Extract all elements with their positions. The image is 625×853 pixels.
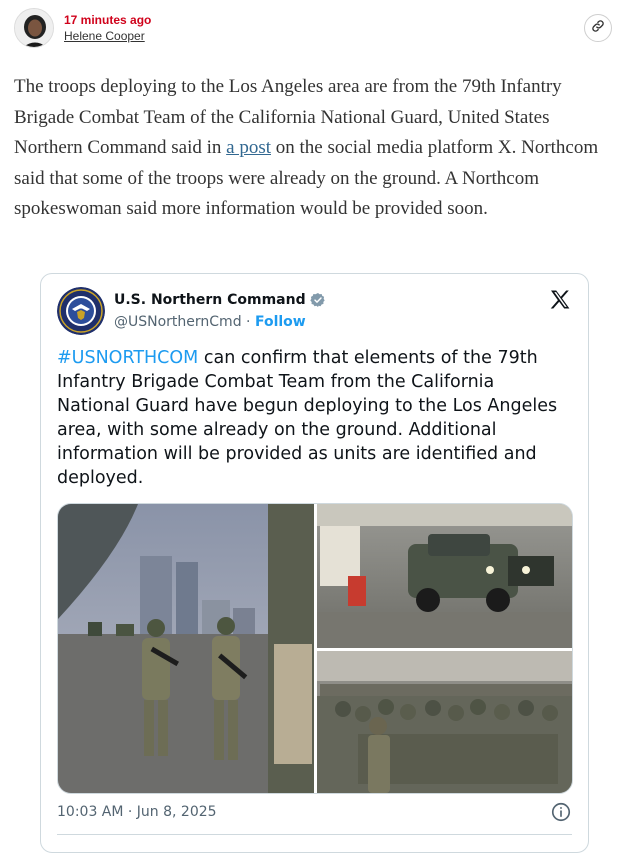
- display-name: U.S. Northern Command: [114, 292, 306, 308]
- info-icon[interactable]: [550, 801, 572, 823]
- handle[interactable]: @USNorthernCmd: [114, 314, 242, 330]
- embedded-tweet: U.S. Northern Command @USNorthernCmd · F…: [40, 273, 589, 853]
- photo-armored-vehicle[interactable]: [317, 504, 573, 648]
- tweet-handle-line: @USNorthernCmd · Follow: [114, 314, 306, 330]
- link-icon: [591, 19, 605, 38]
- photo-soldiers-street[interactable]: [58, 504, 314, 794]
- tweet-author-name[interactable]: U.S. Northern Command: [114, 292, 326, 308]
- verified-badge-icon: [309, 292, 326, 308]
- tweet-media-grid: [57, 503, 573, 794]
- share-link-button[interactable]: [584, 14, 612, 42]
- photo-troops-briefing[interactable]: [317, 651, 573, 794]
- northcom-seal-avatar[interactable]: [57, 287, 105, 335]
- article-paragraph: The troops deploying to the Los Angeles …: [14, 72, 604, 225]
- author-name-link[interactable]: Helene Cooper: [64, 29, 145, 43]
- publish-time: 17 minutes ago: [64, 13, 152, 27]
- hashtag-link[interactable]: #USNORTHCOM: [57, 348, 198, 368]
- tweet-text: #USNORTHCOM can confirm that elements of…: [57, 346, 567, 490]
- author-avatar: [14, 8, 54, 48]
- handle-separator: ·: [241, 314, 255, 330]
- article-byline: 17 minutes ago Helene Cooper: [14, 8, 612, 52]
- x-logo-icon[interactable]: [548, 288, 572, 312]
- post-link[interactable]: a post: [226, 137, 271, 158]
- tweet-body-text: can confirm that elements of the 79th In…: [57, 348, 558, 488]
- tweet-timestamp[interactable]: 10:03 AM · Jun 8, 2025: [57, 804, 217, 820]
- follow-button[interactable]: Follow: [255, 314, 306, 330]
